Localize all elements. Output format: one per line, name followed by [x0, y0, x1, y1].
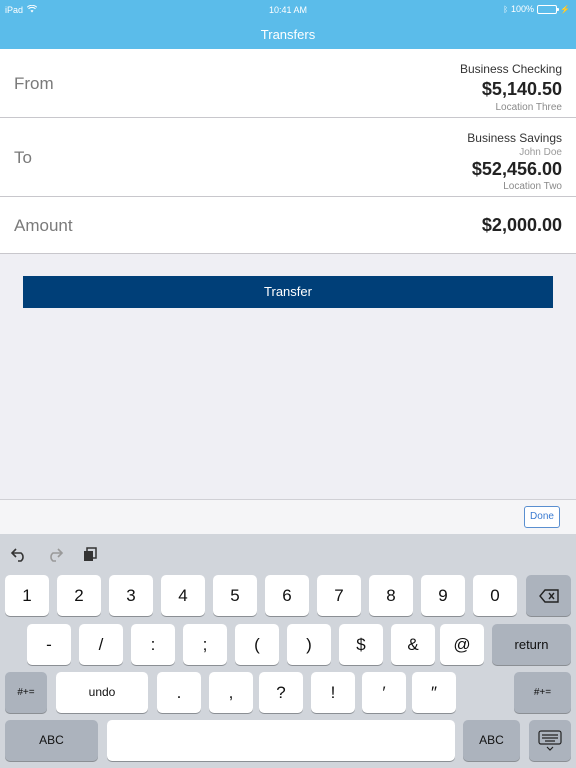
- key-dollar[interactable]: $: [339, 624, 383, 665]
- key-exclamation[interactable]: !: [311, 672, 355, 713]
- amount-value[interactable]: $2,000.00: [482, 215, 562, 236]
- key-semicolon[interactable]: ;: [183, 624, 227, 665]
- key-1[interactable]: 1: [5, 575, 49, 616]
- key-9[interactable]: 9: [421, 575, 465, 616]
- status-time: 10:41 AM: [268, 5, 308, 15]
- status-bar: iPad 10:41 AM ᛒ 100% ⚡: [0, 0, 576, 20]
- key-close-paren[interactable]: ): [287, 624, 331, 665]
- to-account-name: Business Savings: [467, 131, 562, 145]
- key-period[interactable]: .: [157, 672, 201, 713]
- charging-icon: ⚡: [560, 4, 570, 14]
- redo-arrow-icon[interactable]: [46, 546, 64, 566]
- key-prime[interactable]: ′: [362, 672, 406, 713]
- bluetooth-icon: ᛒ: [503, 4, 508, 14]
- symbols-key-right[interactable]: #+=: [514, 672, 571, 713]
- key-ampersand[interactable]: &: [391, 624, 435, 665]
- battery-percent: 100%: [511, 4, 535, 14]
- numeric-keyboard: 1 2 3 4 5 6 7 8 9 0 - / : ; ( ) $ & @ re…: [0, 534, 576, 768]
- key-7[interactable]: 7: [317, 575, 361, 616]
- abc-key-left[interactable]: ABC: [5, 720, 98, 761]
- backspace-key[interactable]: [526, 575, 571, 616]
- key-6[interactable]: 6: [265, 575, 309, 616]
- delete-icon: [538, 588, 559, 603]
- key-0[interactable]: 0: [473, 575, 517, 616]
- to-account-owner: John Doe: [519, 147, 562, 158]
- from-account-name: Business Checking: [459, 62, 562, 76]
- from-balance: $5,140.50: [481, 79, 562, 99]
- done-button[interactable]: Done: [524, 506, 560, 528]
- symbols-key-left[interactable]: #+=: [5, 672, 47, 713]
- undo-key[interactable]: undo: [56, 672, 148, 713]
- key-hyphen[interactable]: -: [27, 624, 71, 665]
- key-3[interactable]: 3: [109, 575, 153, 616]
- key-comma[interactable]: ,: [209, 672, 253, 713]
- to-balance: $52,456.00: [471, 159, 562, 179]
- key-4[interactable]: 4: [161, 575, 205, 616]
- keyboard-dismiss-key[interactable]: [529, 720, 571, 761]
- keyboard-dismiss-icon: [538, 730, 562, 751]
- keyboard-accessory-bar: Done: [0, 499, 576, 534]
- key-8[interactable]: 8: [369, 575, 413, 616]
- key-question[interactable]: ?: [259, 672, 303, 713]
- to-location: Location Two: [503, 181, 562, 192]
- space-key[interactable]: [107, 720, 455, 761]
- to-row[interactable]: To Business Savings John Doe $52,456.00 …: [0, 118, 576, 197]
- from-label: From: [14, 74, 54, 93]
- top-bar: iPad 10:41 AM ᛒ 100% ⚡ Transfers: [0, 0, 576, 49]
- key-at[interactable]: @: [440, 624, 484, 665]
- amount-row[interactable]: Amount $2,000.00: [0, 197, 576, 254]
- abc-key-right[interactable]: ABC: [463, 720, 520, 761]
- return-key[interactable]: return: [492, 624, 571, 665]
- key-slash[interactable]: /: [79, 624, 123, 665]
- from-location: Location Three: [495, 102, 562, 113]
- amount-label: Amount: [14, 216, 73, 235]
- transfer-form: From Business Checking $5,140.50 Locatio…: [0, 49, 576, 254]
- keyboard-shortcut-bar: [10, 546, 98, 566]
- battery-icon: [537, 4, 560, 14]
- undo-arrow-icon[interactable]: [10, 546, 28, 566]
- transfer-button[interactable]: Transfer: [23, 276, 553, 308]
- key-double-prime[interactable]: ″: [412, 672, 456, 713]
- page-title: Transfers: [260, 27, 316, 42]
- key-open-paren[interactable]: (: [235, 624, 279, 665]
- to-label: To: [14, 148, 32, 167]
- key-5[interactable]: 5: [213, 575, 257, 616]
- key-2[interactable]: 2: [57, 575, 101, 616]
- from-row[interactable]: From Business Checking $5,140.50 Locatio…: [0, 49, 576, 118]
- key-colon[interactable]: :: [131, 624, 175, 665]
- paste-icon[interactable]: [82, 546, 98, 566]
